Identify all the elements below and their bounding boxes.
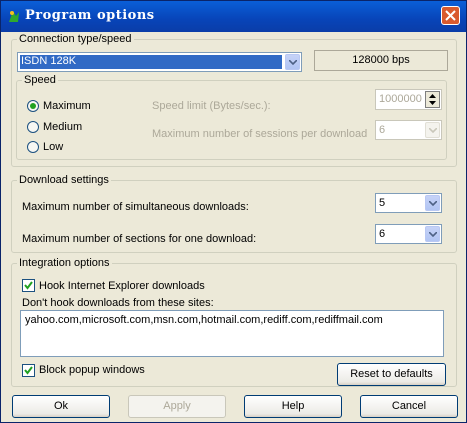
help-button[interactable]: Help — [244, 395, 342, 418]
reset-defaults-button[interactable]: Reset to defaults — [337, 363, 446, 386]
chevron-down-icon[interactable] — [425, 122, 440, 138]
connection-legend: Connection type/speed — [19, 33, 132, 45]
simultaneous-downloads-label: Maximum number of simultaneous downloads… — [22, 201, 249, 213]
simultaneous-downloads-value: 5 — [379, 197, 386, 209]
excluded-sites-text: yahoo.com,microsoft.com,msn.com,hotmail.… — [25, 314, 383, 326]
radio-low-label[interactable]: Low — [43, 141, 63, 153]
app-icon — [6, 8, 22, 24]
block-popup-checkbox[interactable] — [22, 364, 35, 377]
radio-low[interactable] — [27, 141, 39, 153]
radio-medium[interactable] — [27, 121, 39, 133]
hook-ie-label[interactable]: Hook Internet Explorer downloads — [39, 280, 205, 292]
checkmark-icon — [24, 281, 33, 290]
speed-readout: 128000 bps — [314, 50, 448, 71]
window-title: Program options — [25, 8, 155, 23]
checkmark-icon — [24, 366, 33, 375]
speed-limit-value: 1000000 — [379, 93, 422, 105]
sections-per-download-value: 6 — [379, 228, 386, 240]
download-settings-legend: Download settings — [19, 174, 109, 186]
spinner-arrows-icon[interactable] — [425, 91, 440, 108]
max-sessions-select[interactable]: 6 — [375, 120, 442, 140]
ok-button[interactable]: Ok — [12, 395, 110, 418]
sections-per-download-label: Maximum number of sections for one downl… — [22, 233, 257, 245]
close-button[interactable] — [441, 6, 460, 25]
radio-maximum[interactable] — [27, 100, 39, 112]
block-popup-label[interactable]: Block popup windows — [39, 364, 145, 376]
radio-medium-label[interactable]: Medium — [43, 121, 82, 133]
max-sessions-label: Maximum number of sessions per download — [152, 128, 368, 140]
speed-group: Speed — [16, 74, 447, 160]
excluded-sites-textarea[interactable]: yahoo.com,microsoft.com,msn.com,hotmail.… — [20, 310, 444, 357]
radio-maximum-label[interactable]: Maximum — [43, 100, 91, 112]
connection-type-value: ISDN 128K — [21, 55, 77, 67]
sections-per-download-select[interactable]: 6 — [375, 224, 442, 244]
program-options-window: Program options Connection type/speed IS… — [0, 0, 467, 423]
chevron-down-icon[interactable] — [425, 195, 440, 211]
speed-legend: Speed — [24, 74, 56, 86]
chevron-down-icon[interactable] — [285, 54, 300, 70]
chevron-down-icon[interactable] — [425, 226, 440, 242]
connection-type-select[interactable]: ISDN 128K — [17, 52, 302, 72]
speed-limit-spinner[interactable]: 1000000 — [375, 89, 442, 110]
dont-hook-label: Don't hook downloads from these sites: — [22, 297, 214, 309]
simultaneous-downloads-select[interactable]: 5 — [375, 193, 442, 213]
speed-limit-label: Speed limit (Bytes/sec.): — [152, 100, 271, 112]
apply-button[interactable]: Apply — [128, 395, 226, 418]
max-sessions-value: 6 — [379, 124, 386, 136]
title-bar[interactable]: Program options — [1, 1, 466, 32]
hook-ie-checkbox[interactable] — [22, 279, 35, 292]
cancel-button[interactable]: Cancel — [360, 395, 458, 418]
integration-legend: Integration options — [19, 257, 110, 269]
